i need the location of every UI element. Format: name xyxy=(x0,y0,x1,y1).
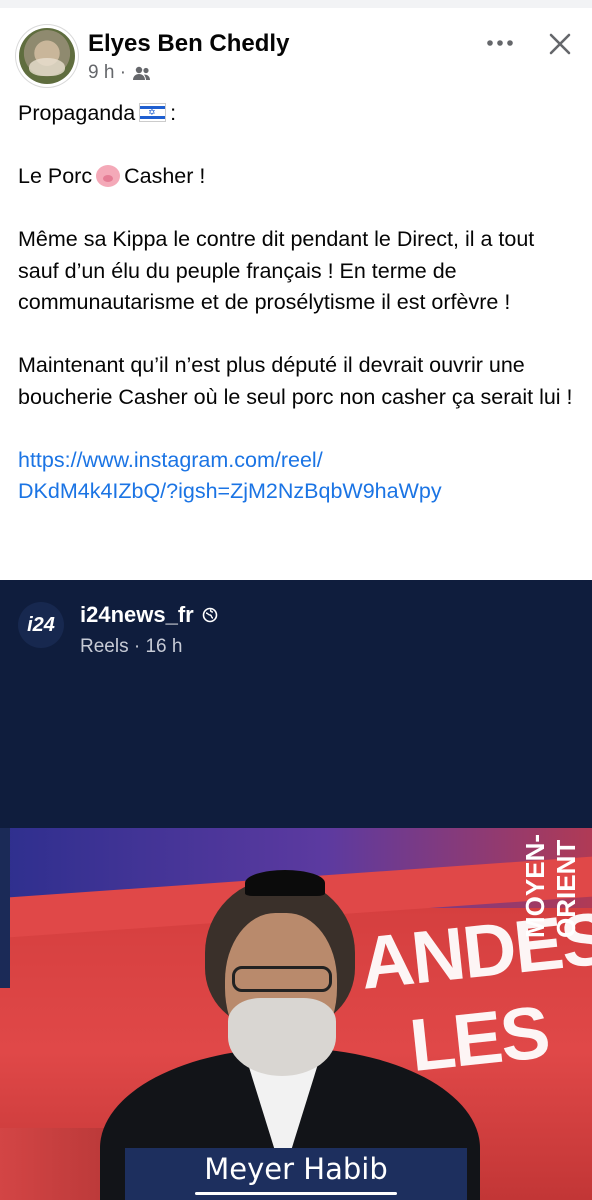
speaker-glasses xyxy=(232,966,332,992)
more-options-button[interactable] xyxy=(480,28,520,58)
post-paragraph-2: Le Porc Casher ! xyxy=(18,161,578,193)
author-avatar[interactable] xyxy=(19,28,75,84)
post-time[interactable]: 9 h · xyxy=(88,62,126,84)
israel-flag-emoji: ✡ xyxy=(139,103,167,122)
lower-third-name: Meyer Habib xyxy=(204,1152,388,1186)
public-globe-icon xyxy=(202,607,218,623)
close-icon xyxy=(549,33,571,55)
link-line-1[interactable]: https://www.instagram.com/reel/ xyxy=(18,448,323,472)
reel-account[interactable]: i24news_fr xyxy=(80,602,218,628)
post-paragraph-3: Même sa Kippa le contre dit pendant le D… xyxy=(18,227,535,314)
post-text: Le Porc xyxy=(18,164,93,188)
post-paragraph-1: Propaganda ✡: xyxy=(18,98,578,130)
reel-meta: Reels · 16 h xyxy=(80,636,183,657)
top-strip xyxy=(0,0,592,8)
shared-reel[interactable]: i24 i24news_fr Reels · 16 h ANDES LES MO… xyxy=(0,580,592,1200)
backdrop-lettering: LES xyxy=(406,990,552,1087)
post-text: : xyxy=(170,101,177,125)
post-header: Elyes Ben Chedly 9 h · xyxy=(0,20,592,90)
reel-account-name[interactable]: i24news_fr xyxy=(80,602,194,628)
link-line-2[interactable]: DKdM4k4IZbQ/?igsh=ZjM2NzBqbW9haWpy xyxy=(18,479,442,503)
lower-third: Meyer Habib xyxy=(125,1148,467,1200)
friends-icon xyxy=(132,65,152,81)
speaker-kippa xyxy=(245,870,325,896)
channel-bug xyxy=(0,828,10,988)
post-meta: 9 h · xyxy=(88,62,152,84)
more-icon xyxy=(487,40,513,46)
video-frame[interactable]: ANDES LES MOYEN-ORIENT Meyer Habib xyxy=(0,828,592,1200)
close-button[interactable] xyxy=(542,26,578,62)
post-body: Propaganda ✡: Le Porc Casher ! Même sa Kip… xyxy=(18,98,578,508)
pig-face-emoji xyxy=(96,165,121,187)
post-text: Propaganda xyxy=(18,101,136,125)
author-name[interactable]: Elyes Ben Chedly xyxy=(88,30,289,58)
post-text: Casher ! xyxy=(124,164,206,188)
i24-logo[interactable]: i24 xyxy=(18,602,64,648)
instagram-link[interactable]: https://www.instagram.com/reel/ DKdM4k4I… xyxy=(18,445,578,508)
lower-third-underline xyxy=(195,1192,397,1195)
backdrop-lettering: MOYEN-ORIENT xyxy=(520,834,581,938)
speaker-beard xyxy=(228,998,336,1076)
post-paragraph-4: Maintenant qu’il n’est plus député il de… xyxy=(18,353,573,409)
